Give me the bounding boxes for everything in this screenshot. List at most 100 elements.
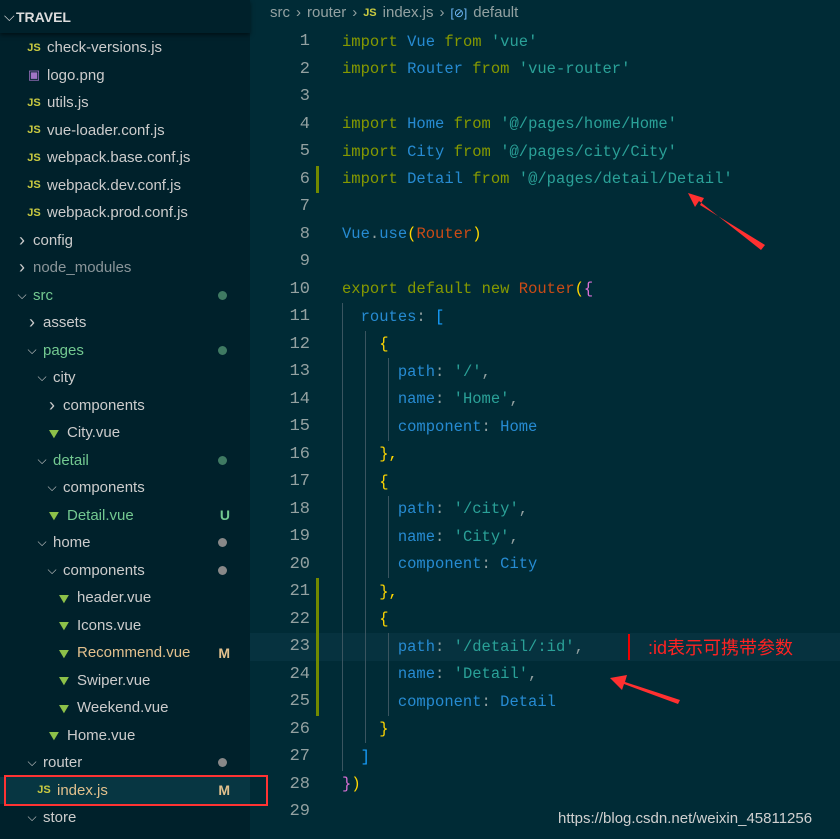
code-token: } — [342, 775, 352, 794]
folder-item[interactable]: › assets — [0, 309, 250, 337]
code-line[interactable]: 7 — [250, 193, 840, 221]
folder-item[interactable]: › node_modules — [0, 254, 250, 282]
file-item[interactable]: ▼ Home.vue — [0, 722, 250, 750]
explorer-header[interactable]: ⌵ TRAVEL — [0, 0, 250, 33]
line-number: 24 — [289, 664, 310, 684]
vue-file-icon: ▼ — [55, 699, 73, 716]
code-line[interactable]: 2 import Router from 'vue-router' — [250, 56, 840, 84]
code-text: name: 'Home', — [342, 390, 519, 408]
code-token: 'Detail' — [453, 665, 529, 684]
code-line[interactable]: 18 path: '/city', — [250, 496, 840, 524]
item-label: Home.vue — [67, 726, 136, 744]
folder-item[interactable]: › config — [0, 227, 250, 255]
code-token: : — [481, 692, 501, 711]
code-line[interactable]: 26 } — [250, 716, 840, 744]
line-number: 27 — [289, 747, 310, 767]
code-text: path: '/detail/:id', — [342, 638, 584, 656]
file-item[interactable]: ▣ logo.png — [0, 62, 250, 90]
line-number: 25 — [289, 692, 310, 712]
code-token: name — [397, 390, 436, 409]
folder-item[interactable]: ⌵ components — [0, 474, 250, 502]
folder-item[interactable]: ⌵ components — [0, 557, 250, 585]
file-item[interactable]: ▼ Recommend.vue M — [0, 639, 250, 667]
code-editor[interactable]: 1 import Vue from 'vue' 2 import Router fro… — [250, 28, 840, 839]
code-line[interactable]: 11 routes: [ — [250, 303, 840, 331]
code-line[interactable]: 13 path: '/', — [250, 358, 840, 386]
code-line[interactable]: 28}) — [250, 771, 840, 799]
file-item[interactable]: ▼ Detail.vue U — [0, 502, 250, 530]
code-token: from — [453, 142, 491, 161]
folder-item[interactable]: ⌵ router — [0, 749, 250, 777]
code-text: import Detail from '@/pages/detail/Detai… — [342, 170, 733, 188]
code-line[interactable]: 27 ] — [250, 743, 840, 771]
code-token: name — [397, 527, 436, 546]
file-item[interactable]: JS check-versions.js — [0, 34, 250, 62]
file-item[interactable]: JS vue-loader.conf.js — [0, 117, 250, 145]
code-line[interactable]: 1 import Vue from 'vue' — [250, 28, 840, 56]
item-label: store — [43, 809, 77, 827]
code-line[interactable]: 16 }, — [250, 441, 840, 469]
code-line[interactable]: 9 — [250, 248, 840, 276]
folder-item[interactable]: ⌵ store — [0, 804, 250, 832]
code-line[interactable]: 4 import Home from '@/pages/home/Home' — [250, 111, 840, 139]
code-line[interactable]: 24 name: 'Detail', — [250, 661, 840, 689]
line-number: 20 — [289, 554, 310, 574]
chevron-right-icon: › — [19, 257, 25, 278]
code-line[interactable]: 19 name: 'City', — [250, 523, 840, 551]
code-line[interactable]: 22 { — [250, 606, 840, 634]
folder-item[interactable]: ⌵ home — [0, 529, 250, 557]
code-line[interactable]: 20 component: City — [250, 551, 840, 579]
code-line[interactable]: 17 { — [250, 468, 840, 496]
explorer-title: TRAVEL — [16, 8, 71, 25]
code-line[interactable]: 10 export default new Router({ — [250, 276, 840, 304]
chevron-down-icon: ⌵ — [37, 452, 47, 467]
code-text: routes: [ — [342, 308, 445, 326]
file-item[interactable]: ▼ Swiper.vue — [0, 667, 250, 695]
code-line[interactable]: 12 { — [250, 331, 840, 359]
file-item[interactable]: JS webpack.base.conf.js — [0, 144, 250, 172]
code-line[interactable]: 3 — [250, 83, 840, 111]
code-line[interactable]: 21 }, — [250, 578, 840, 606]
file-item[interactable]: JS utils.js — [0, 89, 250, 117]
file-item[interactable]: JS webpack.prod.conf.js — [0, 199, 250, 227]
code-token: '@/pages/city/City' — [500, 142, 677, 161]
item-label: City.vue — [67, 424, 121, 442]
code-token: from — [453, 115, 491, 134]
code-token: import — [342, 170, 398, 189]
file-item[interactable]: JS webpack.dev.conf.js — [0, 172, 250, 200]
file-item[interactable]: ▼ Weekend.vue — [0, 694, 250, 722]
code-line[interactable]: 15 component: Home — [250, 413, 840, 441]
folder-item[interactable]: › components — [0, 392, 250, 420]
file-item[interactable]: ▼ City.vue — [0, 419, 250, 447]
file-item[interactable]: ▼ Icons.vue — [0, 612, 250, 640]
folder-item[interactable]: ⌵ src — [0, 282, 250, 310]
code-token: Detail — [407, 170, 463, 189]
line-number: 10 — [289, 279, 310, 299]
code-line[interactable]: 6 import Detail from '@/pages/detail/Deta… — [250, 166, 840, 194]
code-line[interactable]: 25 component: Detail — [250, 688, 840, 716]
code-token: }, — [379, 582, 398, 601]
vue-file-icon: ▼ — [55, 644, 73, 661]
breadcrumb-src[interactable]: src — [270, 4, 290, 21]
code-line[interactable]: 5 import City from '@/pages/city/City' — [250, 138, 840, 166]
folder-item[interactable]: ⌵ city — [0, 364, 250, 392]
line-number: 23 — [289, 637, 310, 657]
chevron-right-icon: › — [49, 394, 55, 415]
file-item[interactable]: ▼ header.vue — [0, 584, 250, 612]
code-token: , — [528, 665, 538, 684]
folder-item[interactable]: ⌵ pages — [0, 337, 250, 365]
code-line[interactable]: 8 Vue.use(Router) — [250, 221, 840, 249]
folder-item[interactable]: ⌵ detail — [0, 447, 250, 475]
breadcrumb-router[interactable]: router — [307, 4, 346, 21]
vue-file-icon: ▼ — [55, 672, 73, 689]
code-token: from — [472, 170, 510, 189]
breadcrumb-file[interactable]: index.js — [383, 4, 434, 21]
line-number: 5 — [299, 142, 310, 162]
breadcrumb-symbol[interactable]: default — [473, 4, 518, 21]
code-line[interactable]: 14 name: 'Home', — [250, 386, 840, 414]
